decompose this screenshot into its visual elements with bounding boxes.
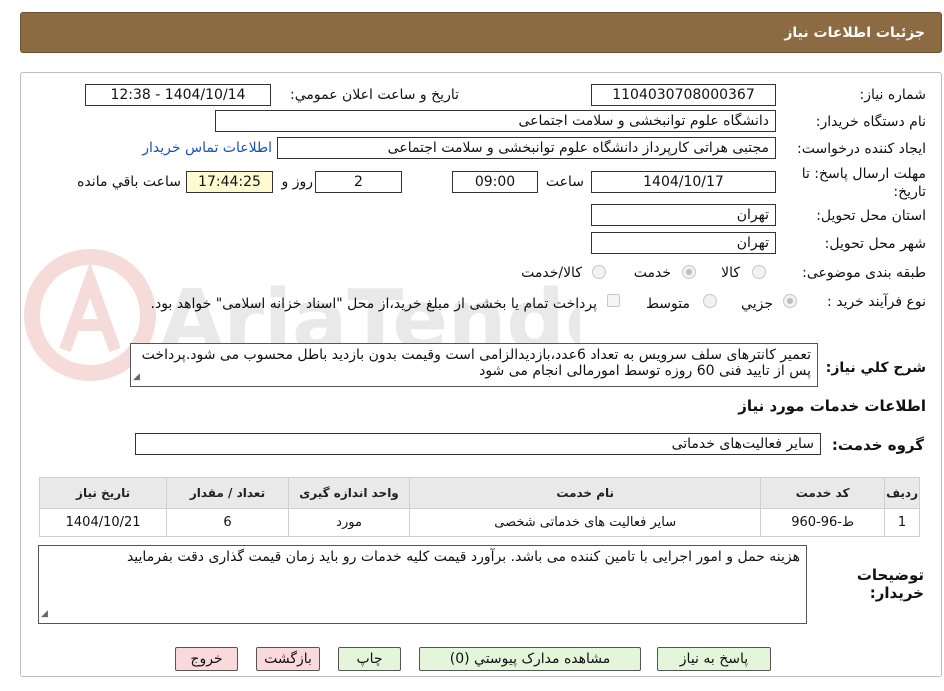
exit-button[interactable]: خروج: [175, 647, 238, 671]
col-unit: واحد اندازه گیری: [288, 478, 410, 508]
description-label: شرح کلي نیاز:: [825, 360, 926, 376]
buyer-org-field: دانشگاه علوم توانبخشی و سلامت اجتماعی: [215, 110, 776, 132]
back-button[interactable]: بازگشت: [256, 647, 320, 671]
category-goods-label: کالا: [721, 265, 740, 281]
creator-label: ایجاد کننده درخواست:: [797, 141, 926, 157]
process-small-radio[interactable]: [783, 294, 797, 308]
services-table: ردیف کد خدمت نام خدمت واحد اندازه گیری ت…: [39, 477, 920, 537]
page-title: جزئیات اطلاعات نیاز: [784, 24, 925, 41]
notes-text: هزینه حمل و امور اجرایی با تامین کننده م…: [126, 549, 800, 565]
remaining-label: ساعت باقي مانده: [77, 174, 181, 190]
deadline-time-label: ساعت: [545, 174, 584, 190]
cell-date: 1404/10/21: [40, 509, 167, 536]
treasury-checkbox[interactable]: [607, 294, 620, 307]
notes-label: توضیحات خریدار:: [856, 566, 924, 602]
description-field: تعمیر کانترهای سلف سرویس به تعداد 6عدد،ب…: [130, 343, 818, 387]
cell-row: 1: [885, 509, 919, 536]
attachments-button[interactable]: مشاهده مدارک پیوستي (0): [419, 647, 641, 671]
cell-code: ط-96-960: [761, 509, 885, 536]
need-number-field: 1104030708000367: [591, 84, 776, 106]
deadline-time-field: 09:00: [452, 171, 538, 193]
col-date: تاریخ نیاز: [40, 478, 167, 508]
process-small-label: جزیي: [741, 296, 773, 312]
table-row: 1 ط-96-960 سایر فعالیت های خدماتی شخصی م…: [40, 509, 919, 536]
days-field: 2: [315, 171, 402, 193]
process-medium-radio[interactable]: [703, 294, 717, 308]
buyer-contact-link[interactable]: اطلاعات تماس خریدار: [142, 140, 272, 156]
cell-unit: مورد: [288, 509, 410, 536]
reply-button[interactable]: پاسخ به نیاز: [657, 647, 771, 671]
process-label: نوع فرآیند خرید :: [827, 294, 926, 310]
province-label: استان محل تحویل:: [816, 208, 926, 224]
notes-field: هزینه حمل و امور اجرایی با تامین کننده م…: [38, 545, 807, 624]
city-field: تهران: [591, 232, 776, 254]
service-group-field: سایر فعالیت‌های خدماتی: [135, 433, 821, 455]
province-field: تهران: [591, 204, 776, 226]
days-label: روز و: [281, 174, 314, 190]
col-name: نام خدمت: [410, 478, 761, 508]
cell-name: سایر فعالیت های خدماتی شخصی: [410, 509, 761, 536]
page-header: جزئیات اطلاعات نیاز: [20, 12, 942, 53]
cell-qty: 6: [167, 509, 288, 536]
creator-field: مجتبی هراتی کارپرداز دانشگاه علوم توانبخ…: [277, 137, 776, 159]
announce-field: 1404/10/14 - 12:38: [85, 84, 271, 106]
deadline-label: مهلت ارسال پاسخ: تا تاریخ:: [801, 166, 926, 200]
category-both-radio[interactable]: [592, 265, 606, 279]
resize-grip-icon[interactable]: ◢: [41, 606, 48, 622]
col-code: کد خدمت: [761, 478, 885, 508]
print-button[interactable]: چاپ: [338, 647, 401, 671]
resize-grip-icon[interactable]: ◢: [133, 369, 140, 385]
category-label: طبقه بندی موضوعی:: [802, 265, 926, 281]
category-both-label: کالا/خدمت: [521, 265, 582, 281]
process-medium-label: متوسط: [646, 296, 690, 312]
deadline-date-field: 1404/10/17: [591, 171, 776, 193]
treasury-text: پرداخت تمام یا بخشی از مبلغ خرید،از محل …: [150, 296, 597, 312]
buyer-org-label: نام دستگاه خریدار:: [815, 114, 926, 130]
description-text: تعمیر کانترهای سلف سرویس به تعداد 6عدد،ب…: [141, 347, 811, 379]
col-qty: تعداد / مقدار: [167, 478, 288, 508]
need-number-label: شماره نیاز:: [859, 87, 927, 103]
category-goods-radio[interactable]: [752, 265, 766, 279]
announce-label: تاریخ و ساعت اعلان عمومي:: [290, 87, 459, 103]
services-section-title: اطلاعات خدمات مورد نیاز: [738, 397, 926, 415]
category-service-radio[interactable]: [682, 265, 696, 279]
category-service-label: خدمت: [633, 265, 671, 281]
col-row: ردیف: [885, 478, 919, 508]
table-header-row: ردیف کد خدمت نام خدمت واحد اندازه گیری ت…: [40, 478, 919, 508]
service-group-label: گروه خدمت:: [831, 436, 924, 454]
remaining-time-field: 17:44:25: [186, 171, 273, 193]
city-label: شهر محل تحویل:: [824, 236, 926, 252]
